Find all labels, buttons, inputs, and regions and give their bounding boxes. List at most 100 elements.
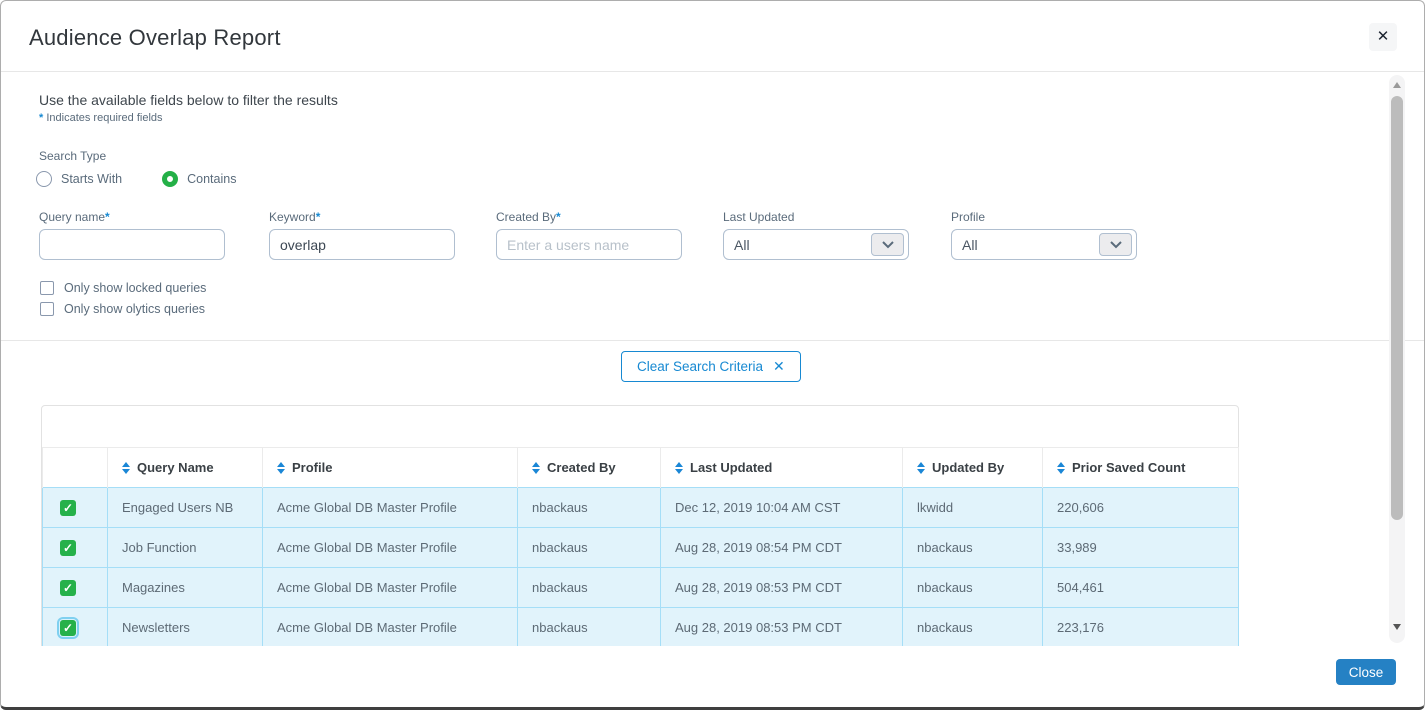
cell-updated-by: nbackaus	[903, 528, 1043, 568]
radio-label: Contains	[187, 172, 236, 186]
row-checkbox-cell	[43, 568, 108, 608]
row-checkbox[interactable]	[60, 620, 76, 636]
keyword-field-group: Keyword*	[269, 210, 455, 260]
audience-overlap-modal: Audience Overlap Report ✕ Use the availa…	[0, 0, 1425, 710]
results-table-card: Query Name Profile Created By Last Updat…	[41, 405, 1239, 646]
cell-updated-by: nbackaus	[903, 568, 1043, 608]
created-by-label: Created By*	[496, 210, 682, 224]
close-icon[interactable]: ✕	[1369, 23, 1397, 51]
created-by-field-group: Created By*	[496, 210, 682, 260]
search-type-label: Search Type	[39, 149, 106, 163]
sort-icon[interactable]	[122, 462, 130, 474]
cell-prior-saved-count: 33,989	[1043, 528, 1239, 568]
column-header-created-by[interactable]: Created By	[518, 448, 661, 488]
table-row[interactable]: Engaged Users NB Acme Global DB Master P…	[43, 488, 1239, 528]
cell-query-name: Magazines	[108, 568, 263, 608]
cell-prior-saved-count: 220,606	[1043, 488, 1239, 528]
keyword-label: Keyword*	[269, 210, 455, 224]
sort-icon[interactable]	[277, 462, 285, 474]
chevron-down-icon[interactable]	[1099, 233, 1132, 256]
query-name-label: Query name*	[39, 210, 225, 224]
table-header-row: Query Name Profile Created By Last Updat…	[43, 448, 1239, 488]
row-checkbox[interactable]	[60, 540, 76, 556]
cell-prior-saved-count: 504,461	[1043, 568, 1239, 608]
query-name-input[interactable]	[39, 229, 225, 260]
row-checkbox-cell	[43, 528, 108, 568]
table-card-toolbar	[42, 406, 1238, 447]
last-updated-field-group: Last Updated All	[723, 210, 909, 260]
sort-icon[interactable]	[917, 462, 925, 474]
clear-search-criteria-button[interactable]: Clear Search Criteria ✕	[621, 351, 801, 382]
cell-updated-by: lkwidd	[903, 488, 1043, 528]
vertical-scrollbar[interactable]	[1389, 75, 1405, 643]
sort-icon[interactable]	[1057, 462, 1065, 474]
radio-circle-icon[interactable]	[36, 171, 52, 187]
scroll-up-arrow-icon[interactable]	[1393, 82, 1401, 88]
chevron-down-icon[interactable]	[871, 233, 904, 256]
cell-last-updated: Aug 28, 2019 08:53 PM CDT	[661, 608, 903, 647]
cell-last-updated: Dec 12, 2019 10:04 AM CST	[661, 488, 903, 528]
results-table: Query Name Profile Created By Last Updat…	[42, 447, 1239, 646]
table-row[interactable]: Magazines Acme Global DB Master Profile …	[43, 568, 1239, 608]
row-checkbox-cell	[43, 608, 108, 647]
sort-icon[interactable]	[675, 462, 683, 474]
radio-contains[interactable]: Contains	[162, 171, 236, 187]
header-checkbox-column	[43, 448, 108, 488]
column-header-updated-by[interactable]: Updated By	[903, 448, 1043, 488]
cell-created-by: nbackaus	[518, 568, 661, 608]
filter-instructions: Use the available fields below to filter…	[39, 92, 338, 108]
row-checkbox[interactable]	[60, 580, 76, 596]
last-updated-label: Last Updated	[723, 210, 909, 224]
column-header-last-updated[interactable]: Last Updated	[661, 448, 903, 488]
olytics-queries-label: Only show olytics queries	[64, 302, 205, 316]
profile-select[interactable]: All	[951, 229, 1137, 260]
column-header-prior-saved-count[interactable]: Prior Saved Count	[1043, 448, 1239, 488]
clear-x-icon: ✕	[773, 358, 785, 375]
profile-label: Profile	[951, 210, 1137, 224]
cell-query-name: Newsletters	[108, 608, 263, 647]
last-updated-select[interactable]: All	[723, 229, 909, 260]
required-star: *	[39, 112, 43, 124]
scroll-down-arrow-icon[interactable]	[1393, 624, 1401, 630]
cell-prior-saved-count: 223,176	[1043, 608, 1239, 647]
row-checkbox[interactable]	[60, 500, 76, 516]
cell-last-updated: Aug 28, 2019 08:54 PM CDT	[661, 528, 903, 568]
sort-icon[interactable]	[532, 462, 540, 474]
cell-profile: Acme Global DB Master Profile	[263, 528, 518, 568]
checkbox-icon[interactable]	[40, 302, 54, 316]
scrollbar-thumb[interactable]	[1391, 96, 1403, 520]
table-row[interactable]: Newsletters Acme Global DB Master Profil…	[43, 608, 1239, 647]
filter-divider	[1, 340, 1424, 341]
radio-starts-with[interactable]: Starts With	[36, 171, 122, 187]
column-header-query-name[interactable]: Query Name	[108, 448, 263, 488]
cell-created-by: nbackaus	[518, 528, 661, 568]
cell-query-name: Job Function	[108, 528, 263, 568]
profile-select-value: All	[962, 237, 978, 253]
olytics-queries-checkbox-row[interactable]: Only show olytics queries	[40, 302, 205, 316]
radio-circle-selected-icon[interactable]	[162, 171, 178, 187]
required-note-text: Indicates required fields	[46, 112, 162, 124]
keyword-input[interactable]	[269, 229, 455, 260]
required-fields-note: * Indicates required fields	[39, 112, 163, 124]
cell-created-by: nbackaus	[518, 608, 661, 647]
clear-button-label: Clear Search Criteria	[637, 359, 763, 374]
column-header-profile[interactable]: Profile	[263, 448, 518, 488]
radio-label: Starts With	[61, 172, 122, 186]
cell-created-by: nbackaus	[518, 488, 661, 528]
cell-profile: Acme Global DB Master Profile	[263, 488, 518, 528]
created-by-input[interactable]	[496, 229, 682, 260]
query-name-field-group: Query name*	[39, 210, 225, 260]
profile-field-group: Profile All	[951, 210, 1137, 260]
locked-queries-label: Only show locked queries	[64, 281, 206, 295]
page-title: Audience Overlap Report	[29, 25, 281, 51]
row-checkbox-cell	[43, 488, 108, 528]
modal-body: Use the available fields below to filter…	[1, 72, 1424, 646]
locked-queries-checkbox-row[interactable]: Only show locked queries	[40, 281, 206, 295]
cell-profile: Acme Global DB Master Profile	[263, 608, 518, 647]
cell-updated-by: nbackaus	[903, 608, 1043, 647]
table-row[interactable]: Job Function Acme Global DB Master Profi…	[43, 528, 1239, 568]
checkbox-icon[interactable]	[40, 281, 54, 295]
cell-query-name: Engaged Users NB	[108, 488, 263, 528]
close-button[interactable]: Close	[1336, 659, 1396, 685]
search-type-radio-group: Starts With Contains	[36, 171, 236, 187]
